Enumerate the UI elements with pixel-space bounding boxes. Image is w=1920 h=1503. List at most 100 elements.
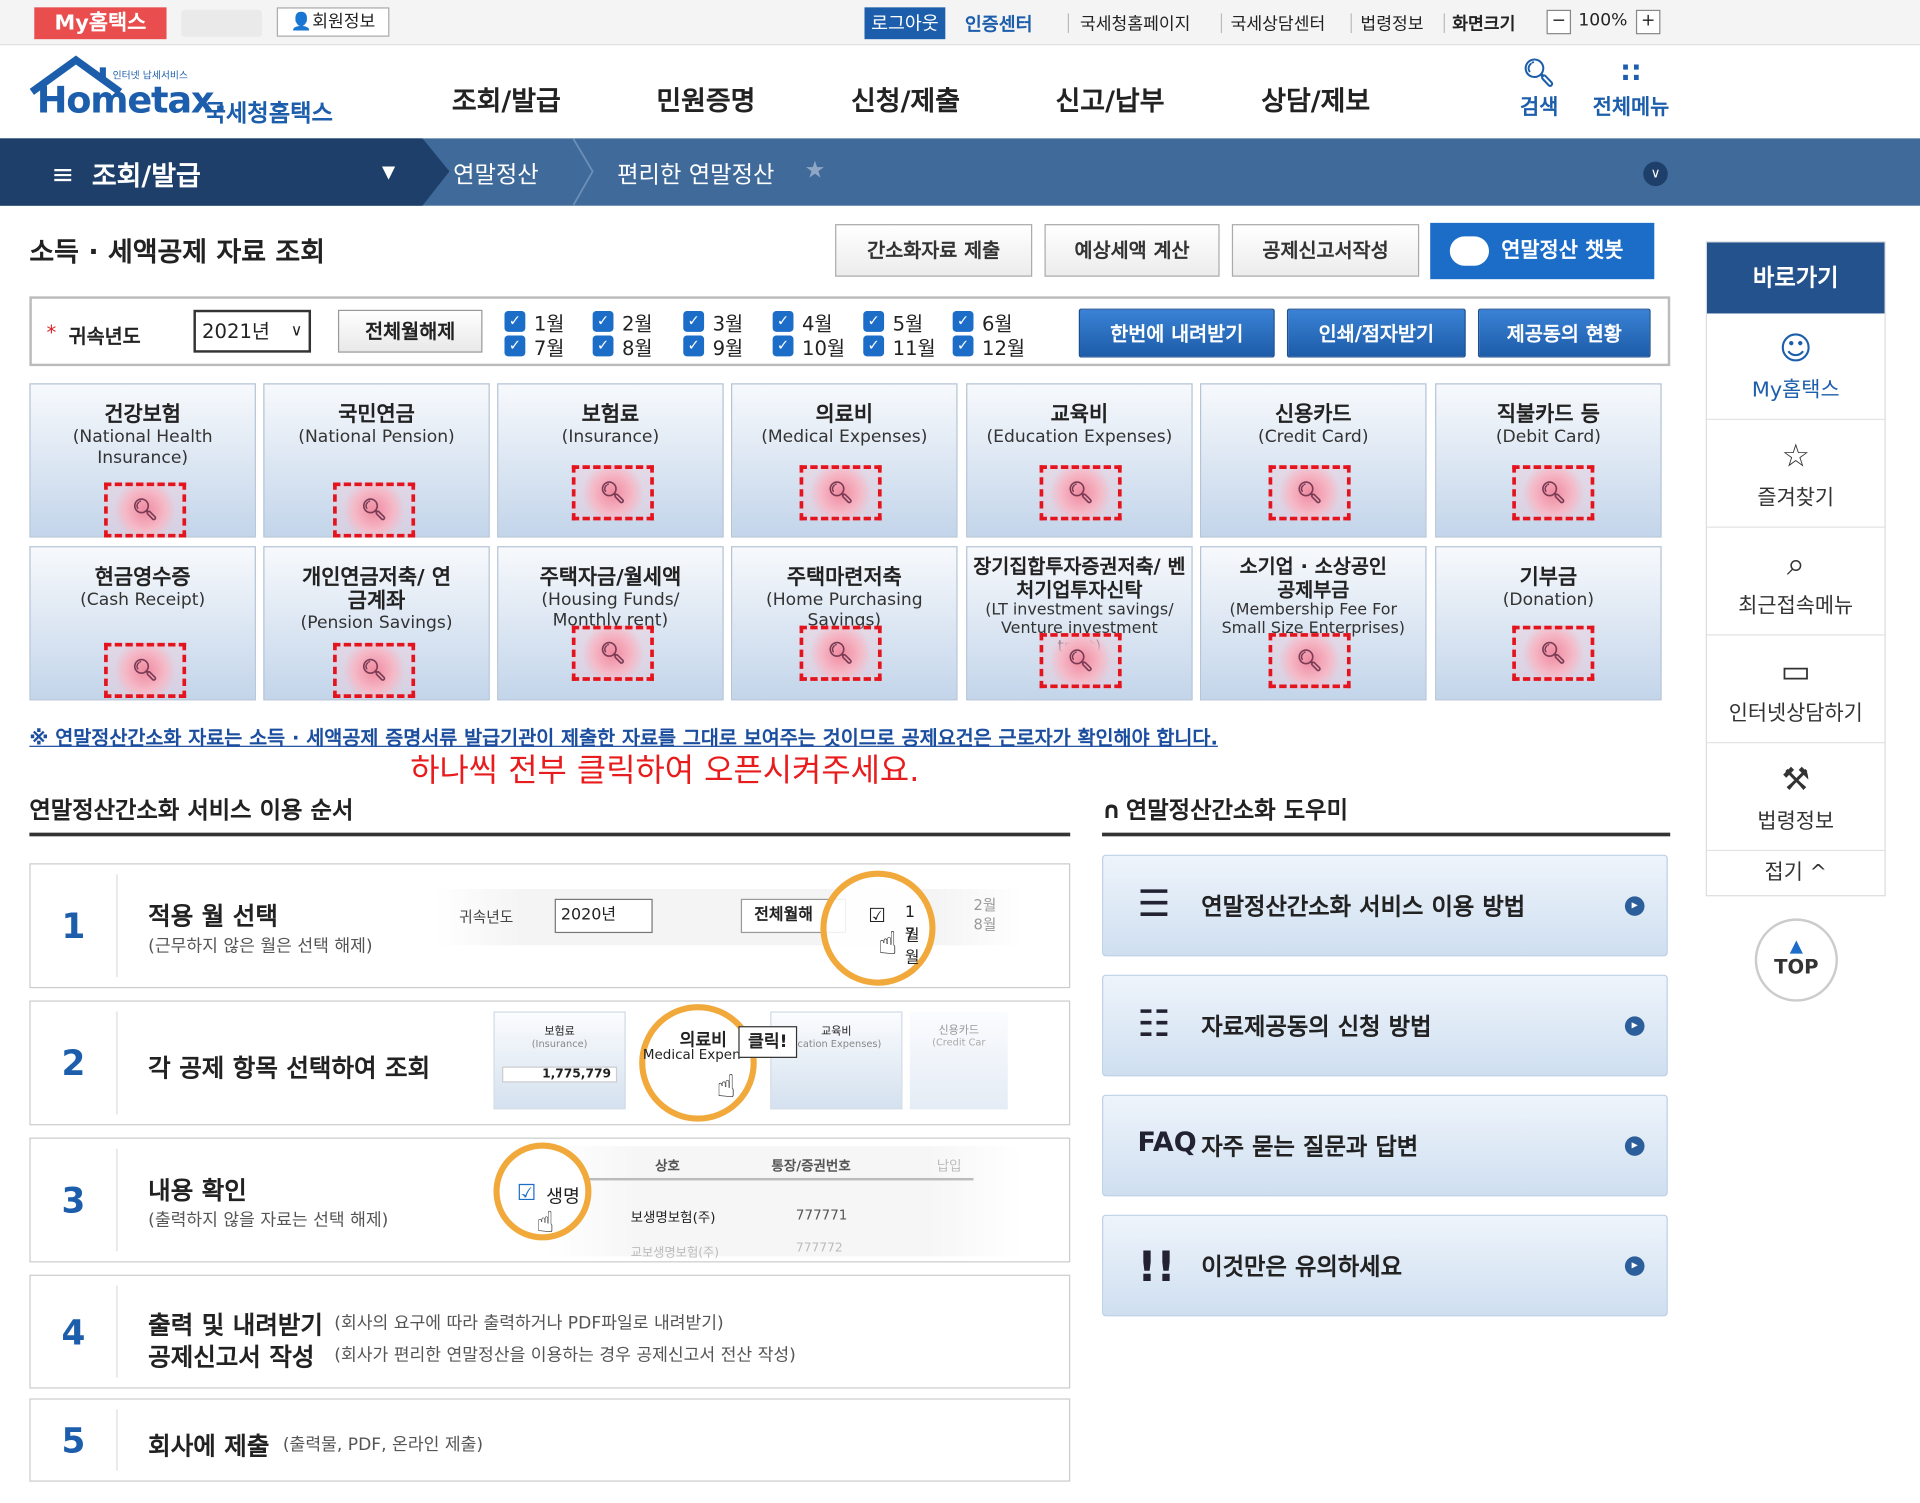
helper-cautions[interactable]: !! 이것만은 유의하세요 ▸	[1102, 1214, 1668, 1317]
step-number: 5	[61, 1420, 86, 1461]
uncheck-all-months-button[interactable]: 전체월해제	[337, 309, 483, 353]
helper-consent-guide[interactable]: ☷ 자료제공동의 신청 방법 ▸	[1102, 974, 1668, 1077]
tile-pension-savings[interactable]: 개인연금저축/ 연금계좌 (Pension Savings) 🔍︎	[263, 546, 490, 701]
step-3: 3 내용 확인 (출력하지 않을 자료는 선택 해제) 상호 통장/증권번호 납…	[29, 1137, 1071, 1263]
tile-insurance[interactable]: 보험료 (Insurance) 🔍︎	[497, 383, 724, 538]
all-menu-button[interactable]: ∷ 전체메뉴	[1588, 59, 1674, 120]
gnav-apply[interactable]: 신청/제출	[851, 80, 960, 119]
month-checkbox-12[interactable]: ✓	[952, 335, 974, 357]
step-title: 적용 월 선택	[148, 901, 278, 931]
search-icon[interactable]: 🔍︎	[799, 625, 882, 681]
search-icon[interactable]: 🔍︎	[1268, 633, 1351, 689]
menu-dropdown[interactable]: ≡ 조회/발급 ▼	[0, 138, 423, 206]
month-checkbox-6[interactable]: ✓	[952, 311, 974, 332]
zoom-in-button[interactable]: +	[1635, 9, 1661, 35]
breadcrumb-bar: ≡ 조회/발급 ▼ 연말정산 편리한 연말정산 ★	[0, 138, 1920, 206]
hamburger-icon: ≡	[51, 160, 75, 192]
step-title: 각 공제 항목 선택하여 조회	[148, 1053, 431, 1083]
tile-home-purchasing-savings[interactable]: 주택마련저축 (Home Purchasing Savings) 🔍︎	[731, 546, 958, 701]
quick-recent-menu[interactable]: ⌕ 최근접속메뉴	[1706, 529, 1885, 636]
helper-faq[interactable]: FAQ 자주 묻는 질문과 답변 ▸	[1102, 1094, 1668, 1197]
search-icon[interactable]: 🔍︎	[104, 482, 187, 538]
fold-button[interactable]: 접기 ^	[1707, 855, 1885, 885]
tile-lt-investment-savings[interactable]: 장기집합투자증권저축/ 벤처기업투자신탁 (LT investment savin…	[966, 546, 1193, 701]
deduction-form-button[interactable]: 공제신고서작성	[1231, 224, 1420, 277]
page-title: 소득 · 세액공제 자료 조회	[29, 237, 325, 269]
breadcrumb-year-end[interactable]: 연말정산	[453, 157, 539, 190]
search-icon[interactable]: 🔍︎	[1512, 465, 1595, 521]
month-checkbox-8[interactable]: ✓	[592, 335, 614, 357]
search-icon[interactable]: 🔍︎	[333, 642, 416, 698]
chatbot-button[interactable]: 연말정산 챗봇	[1430, 222, 1655, 280]
favorite-star-icon[interactable]: ★	[804, 157, 825, 184]
search-icon[interactable]: 🔍︎	[571, 465, 654, 521]
scroll-top-button[interactable]: ▲ TOP	[1754, 918, 1838, 1002]
tile-medical-expenses[interactable]: 의료비 (Medical Expenses) 🔍︎	[731, 383, 958, 538]
step-desc-secondary: (회사가 편리한 연말정산을 이용하는 경우 공제신고서 전산 작성)	[334, 1345, 796, 1366]
month-checkbox-1[interactable]: ✓	[504, 311, 526, 332]
search-icon[interactable]: 🔍︎	[571, 625, 654, 681]
nts-homepage-link[interactable]: 국세청홈페이지	[1080, 11, 1190, 35]
my-hometax-badge[interactable]: My홈택스	[34, 7, 167, 40]
step-number: 4	[61, 1312, 86, 1354]
submit-simplified-data-button[interactable]: 간소화자료 제출	[835, 224, 1033, 277]
consent-status-button[interactable]: 제공동의 현황	[1477, 308, 1651, 358]
tile-small-enterprise-fee[interactable]: 소기업 · 소상공인 공제부금 (Membership Fee For Small…	[1200, 546, 1427, 701]
search-button[interactable]: 🔍︎ 검색	[1496, 59, 1582, 120]
tile-credit-card[interactable]: 신용카드 (Credit Card) 🔍︎	[1200, 383, 1427, 538]
search-icon[interactable]: 🔍︎	[1268, 465, 1351, 521]
step3-illustration: 상호 통장/증권번호 납입 보생명보험(주) 777771 교보생명보험(주) …	[544, 1146, 1023, 1260]
quick-favorites[interactable]: ☆ 즐겨찾기	[1706, 421, 1885, 528]
print-button[interactable]: 인쇄/점자받기	[1286, 308, 1466, 358]
month-checkbox-9[interactable]: ✓	[683, 335, 705, 357]
quick-online-consult[interactable]: ▭ 인터넷상담하기	[1706, 637, 1885, 744]
tile-donation[interactable]: 기부금 (Donation) 🔍︎	[1435, 546, 1662, 701]
search-icon[interactable]: 🔍︎	[1039, 633, 1122, 689]
search-icon[interactable]: 🔍︎	[1039, 465, 1122, 521]
tile-cash-receipt[interactable]: 현금영수증 (Cash Receipt) 🔍︎	[29, 546, 256, 701]
tile-national-pension[interactable]: 국민연금 (National Pension) 🔍︎	[263, 383, 490, 538]
month-checkbox-10[interactable]: ✓	[772, 335, 794, 357]
month-checkbox-7[interactable]: ✓	[504, 335, 526, 357]
nts-counsel-link[interactable]: 국세상담센터	[1231, 11, 1326, 35]
member-info-button[interactable]: 👤회원정보	[276, 7, 390, 37]
tile-housing-funds[interactable]: 주택자금/월세액 (Housing Funds/ Monthly rent) 🔍︎	[497, 546, 724, 701]
step-number: 2	[61, 1043, 86, 1084]
gnav-consult[interactable]: 상담/제보	[1261, 80, 1370, 119]
logout-button[interactable]: 로그아웃	[864, 7, 946, 40]
breadcrumb-convenient[interactable]: 편리한 연말정산	[617, 157, 774, 190]
year-select[interactable]: 2021년 ∨	[193, 309, 312, 353]
estimated-tax-button[interactable]: 예상세액 계산	[1044, 224, 1220, 277]
divider	[1220, 13, 1223, 34]
gnav-report-pay[interactable]: 신고/납부	[1056, 80, 1165, 119]
arrow-right-icon: ▸	[1624, 896, 1645, 916]
gnav-certificates[interactable]: 민원증명	[656, 80, 755, 119]
law-info-link[interactable]: 법령정보	[1360, 11, 1423, 35]
quick-law-info[interactable]: ⚒ 법령정보	[1706, 744, 1885, 852]
year-label: 귀속년도	[68, 324, 141, 348]
download-all-button[interactable]: 한번에 내려받기	[1078, 308, 1275, 358]
search-icon[interactable]: 🔍︎	[104, 642, 187, 698]
chevron-down-icon[interactable]: ∨	[1643, 161, 1668, 187]
month-checkbox-5[interactable]: ✓	[863, 311, 885, 332]
helper-usage-guide[interactable]: ☰ 연말정산간소화 서비스 이용 방법 ▸	[1102, 854, 1668, 957]
gnav-inquiry[interactable]: 조회/발급	[452, 80, 561, 119]
zoom-out-button[interactable]: −	[1546, 9, 1572, 35]
month-checkbox-2[interactable]: ✓	[592, 311, 614, 332]
quick-my-hometax[interactable]: ☺ My홈택스	[1706, 313, 1885, 421]
search-icon[interactable]: 🔍︎	[333, 482, 416, 538]
month-checkbox-4[interactable]: ✓	[772, 311, 794, 332]
magnifier-circle: ☑ 1월 7월 ☝	[820, 870, 936, 986]
screen-size-label: 화면크기	[1452, 14, 1516, 35]
hometax-logo[interactable]: 인터넷 납세서비스 Hometax. 국세청홈택스	[27, 55, 345, 131]
tile-health-insurance[interactable]: 건강보험 (National Health Insurance) 🔍︎	[29, 383, 256, 538]
month-checkbox-3[interactable]: ✓	[683, 311, 705, 332]
month-checkbox-11[interactable]: ✓	[863, 335, 885, 357]
divider	[116, 874, 118, 978]
search-icon[interactable]: 🔍︎	[1512, 625, 1595, 681]
search-icon[interactable]: 🔍︎	[799, 465, 882, 521]
tile-debit-card[interactable]: 직불카드 등 (Debit Card) 🔍︎	[1435, 383, 1662, 538]
logo-korean-name: 국세청홈택스	[204, 100, 333, 128]
cert-center-link[interactable]: 인증센터	[965, 11, 1033, 37]
tile-education-expenses[interactable]: 교육비 (Education Expenses) 🔍︎	[966, 383, 1193, 538]
